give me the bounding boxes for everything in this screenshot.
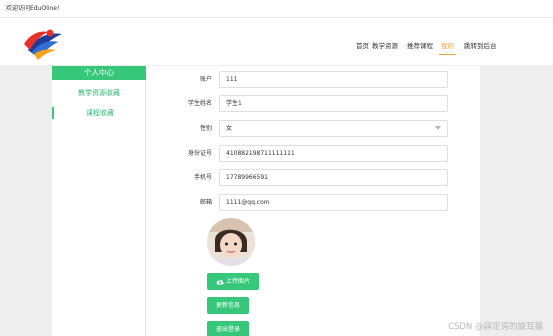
form-row-phone: 手机号 17789966591	[146, 169, 448, 187]
gender-select[interactable]: 女	[219, 120, 448, 137]
upload-image-button[interactable]: 上传图片	[207, 273, 259, 290]
name-label: 学生姓名	[187, 100, 212, 107]
sidebar: 个人中心 教学资源收藏 课程收藏	[52, 66, 146, 336]
email-label: 邮箱	[199, 199, 212, 206]
logout-button[interactable]: 退出登录	[207, 321, 249, 336]
avatar[interactable]	[207, 218, 255, 266]
id-card-input[interactable]: 410882198711111111	[219, 145, 448, 162]
account-input[interactable]: 111	[219, 71, 448, 88]
chevron-down-icon[interactable]	[435, 126, 441, 130]
account-label: 账户	[199, 76, 212, 83]
form-row-account: 账户 111	[146, 71, 448, 89]
id-card-label: 身份证号	[187, 150, 212, 157]
upload-image-label: 上传图片	[225, 278, 250, 285]
form-row-gender: 性别 女	[146, 120, 448, 138]
welcome-text: 欢迎访问EduOline!	[6, 5, 60, 12]
gender-value: 女	[226, 125, 233, 132]
email-input[interactable]: 1111@qq.com	[219, 194, 448, 211]
sidebar-item-resource-favorites[interactable]: 教学资源收藏	[52, 87, 146, 99]
gender-label: 性别	[199, 125, 212, 132]
phone-label: 手机号	[193, 174, 212, 181]
top-bar: 欢迎访问EduOline!	[0, 0, 553, 18]
nav-teaching-resources[interactable]: 教学资源	[372, 40, 398, 50]
site-logo[interactable]	[22, 24, 66, 62]
sidebar-item-course-favorites[interactable]: 课程收藏	[52, 107, 146, 119]
form-row-name: 学生姓名 学生1	[146, 95, 448, 113]
form-row-id-card: 身份证号 410882198711111111	[146, 145, 448, 163]
nav-home[interactable]: 首页	[356, 40, 369, 50]
phone-input[interactable]: 17789966591	[219, 169, 448, 186]
update-info-button[interactable]: 更新信息	[207, 297, 249, 314]
nav-recommended-courses[interactable]: 推荐课程	[407, 40, 433, 50]
form-row-email: 邮箱 1111@qq.com	[146, 194, 448, 212]
sidebar-title[interactable]: 个人中心	[52, 66, 146, 80]
nav-admin[interactable]: 跳转到后台	[464, 40, 497, 50]
name-input[interactable]: 学生1	[219, 95, 448, 112]
site-header: 首页 教学资源 推荐课程 我的 跳转到后台	[0, 18, 553, 66]
cloud-upload-icon	[216, 279, 224, 284]
watermark: CSDN @薛定谔的旋耳猫	[448, 322, 543, 332]
nav-mine[interactable]: 我的	[439, 40, 456, 55]
